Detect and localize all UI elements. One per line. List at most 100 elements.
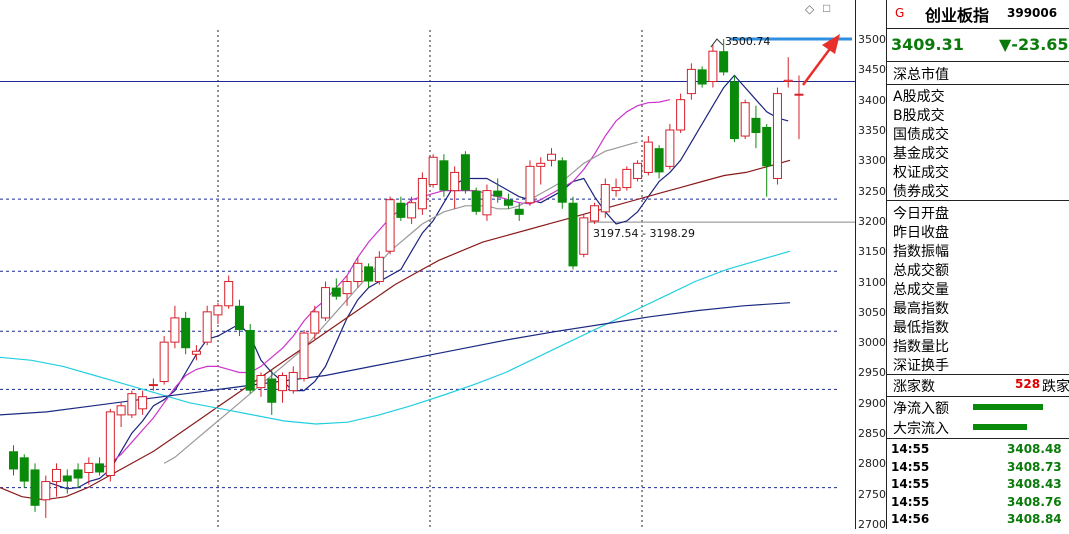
candle-body xyxy=(52,468,62,483)
up-candle xyxy=(633,160,643,182)
divider xyxy=(887,200,1069,201)
candle-body xyxy=(407,202,417,219)
block-inflow-label: 大宗流入 xyxy=(893,421,949,437)
up-candle xyxy=(148,378,158,391)
down-candle xyxy=(654,145,664,179)
down-candle xyxy=(762,123,772,197)
candle-body xyxy=(697,69,707,85)
up-candle xyxy=(600,178,610,218)
up-candle xyxy=(256,372,266,397)
kline-chart[interactable]: 3500.74 3197.54 - 3198.29 ◇ □ xyxy=(0,0,855,529)
candle-body xyxy=(95,463,105,473)
ma60-line xyxy=(0,159,791,501)
candle-body xyxy=(547,153,556,161)
candle-body xyxy=(331,287,341,297)
down-candle xyxy=(697,66,707,88)
up-candle xyxy=(299,330,309,382)
tick-price: 3408.43 xyxy=(1007,477,1062,491)
down-candle xyxy=(471,187,481,215)
up-candle xyxy=(794,75,804,140)
up-candle xyxy=(385,196,395,255)
y-tick-label: 3450 xyxy=(858,63,886,77)
down-candle xyxy=(19,454,29,488)
candle-body xyxy=(342,281,352,295)
tick-price: 3408.48 xyxy=(1007,442,1062,456)
divider xyxy=(887,374,1069,375)
divider xyxy=(887,396,1069,397)
y-tick-label: 3250 xyxy=(858,184,886,198)
volume-ratio-label: 指数量比 xyxy=(893,339,949,355)
y-tick-label: 3300 xyxy=(858,154,886,168)
down-candle xyxy=(245,323,255,394)
prev-close-label: 昨日收盘 xyxy=(893,225,949,241)
candle-body xyxy=(374,256,384,283)
candle-body xyxy=(321,287,331,319)
y-tick-label: 2900 xyxy=(858,396,886,410)
candle-body xyxy=(181,317,191,349)
up-candle xyxy=(116,402,126,428)
market-value-label: 深总市值 xyxy=(893,67,949,83)
candle-body xyxy=(503,199,513,206)
price-change: ▼-23.65 xyxy=(999,35,1069,54)
candle-body xyxy=(686,68,696,95)
up-candle xyxy=(138,390,148,415)
candle-body xyxy=(267,378,277,403)
price-bar: 3409.31 ▼-23.65 xyxy=(887,28,1069,62)
candle-body xyxy=(676,99,686,131)
fall-count-label: 跌家 xyxy=(1042,379,1069,395)
candle-body xyxy=(41,481,51,501)
down-candle xyxy=(267,369,277,415)
candle-body xyxy=(299,332,309,380)
index-name: 创业板指 xyxy=(925,6,990,25)
candle-body xyxy=(310,311,320,334)
up-candle xyxy=(202,305,212,346)
up-candle xyxy=(417,172,427,215)
tick-time: 14:55 xyxy=(891,442,930,456)
tick-time: 14:56 xyxy=(891,512,930,526)
y-tick-label: 3000 xyxy=(858,336,886,350)
close-icon[interactable]: □ xyxy=(823,1,830,15)
up-candle xyxy=(643,136,653,176)
last-price: 3409.31 xyxy=(891,35,964,54)
net-inflow-label: 净流入额 xyxy=(893,401,949,417)
b-share-volume-label: B股成交 xyxy=(893,108,945,124)
candle-body xyxy=(708,50,718,82)
red-arrow-head xyxy=(822,34,840,54)
down-candle xyxy=(396,196,406,221)
candle-body xyxy=(665,129,675,167)
y-tick-label: 3100 xyxy=(858,275,886,289)
up-candle xyxy=(525,160,535,206)
down-candle xyxy=(557,157,567,209)
up-candle xyxy=(482,184,492,221)
candle-body xyxy=(84,462,94,473)
y-tick-label: 2700 xyxy=(858,518,886,531)
up-candle xyxy=(686,63,696,100)
down-candle xyxy=(751,105,761,149)
candle-body xyxy=(353,262,363,283)
up-candle xyxy=(450,166,460,209)
up-candle xyxy=(224,275,234,309)
turnover-amount-label: 总成交额 xyxy=(893,263,949,279)
candle-body xyxy=(751,117,761,134)
candle-body xyxy=(611,187,621,192)
candle-body xyxy=(740,102,750,137)
index-code: 399006 xyxy=(1007,6,1058,20)
fund-volume-label: 基金成交 xyxy=(893,146,949,162)
candle-body xyxy=(245,330,255,391)
candle-body xyxy=(622,168,632,189)
candle-body xyxy=(772,93,782,179)
down-candle xyxy=(73,463,83,488)
tick-time: 14:55 xyxy=(891,494,930,509)
candle-body xyxy=(73,469,83,479)
tick-time: 14:55 xyxy=(891,459,930,474)
tick-price: 3408.73 xyxy=(1007,459,1062,474)
price-axis: 2700 2750 2800 2850 2900 2950 3000 3050 3100 3150… xyxy=(855,0,886,531)
candle-body xyxy=(762,126,772,167)
candle-body xyxy=(783,79,793,82)
diamond-icon[interactable]: ◇ xyxy=(805,2,814,16)
down-candle xyxy=(95,457,105,476)
kline-svg[interactable]: 3500.74 3197.54 - 3198.29 xyxy=(0,0,855,529)
up-candle xyxy=(740,99,750,140)
candle-body xyxy=(794,93,804,96)
down-candle xyxy=(460,151,470,194)
